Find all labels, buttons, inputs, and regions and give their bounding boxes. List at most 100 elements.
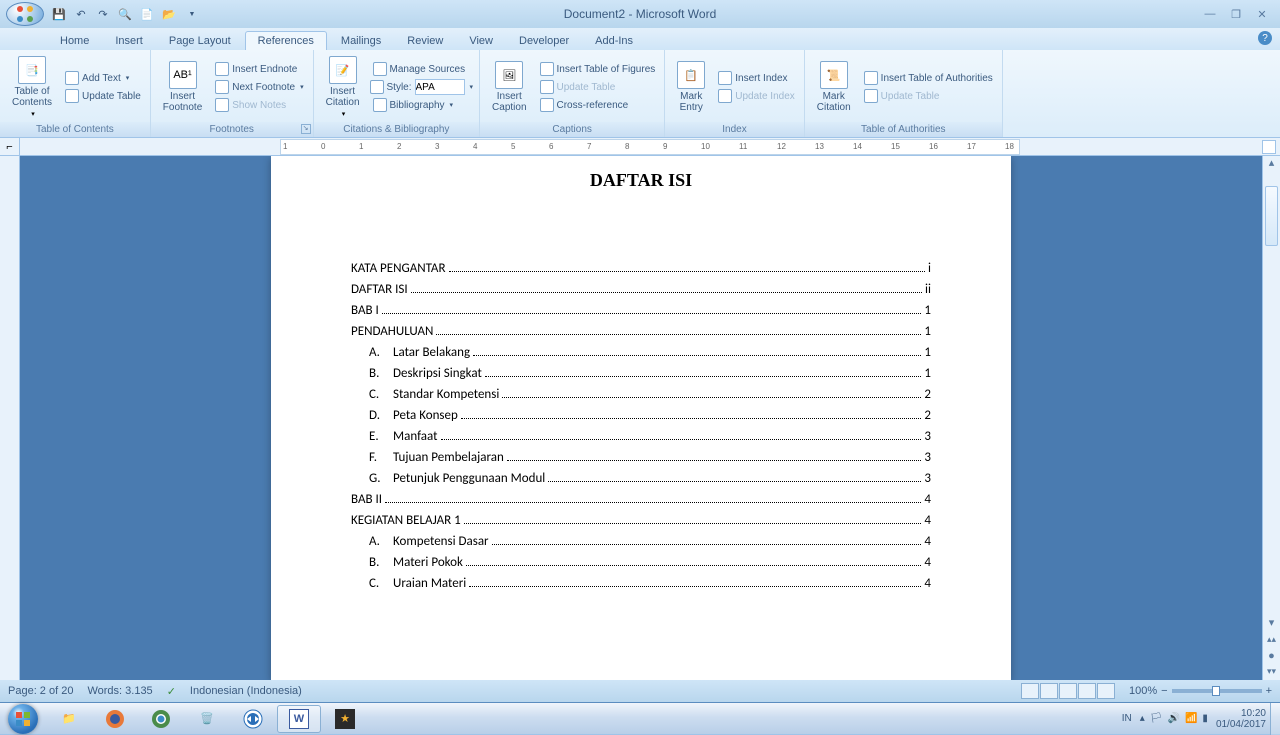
tray-clock[interactable]: 10:20 01/04/2017 (1216, 708, 1266, 730)
scroll-thumb[interactable] (1265, 186, 1278, 246)
scroll-down-icon[interactable]: ▾ (1263, 616, 1280, 632)
toc-page: 1 (924, 366, 931, 381)
prev-page-icon[interactable]: ▴▴ (1263, 634, 1280, 648)
print-preview-icon[interactable]: 🔍 (116, 5, 134, 23)
insert-footnote-button[interactable]: AB¹ Insert Footnote (157, 59, 208, 115)
print-layout-view-button[interactable] (1021, 683, 1039, 699)
footnotes-launcher-icon[interactable]: ↘ (301, 124, 311, 134)
start-button[interactable] (0, 703, 46, 735)
save-icon[interactable]: 💾 (50, 5, 68, 23)
vertical-scrollbar[interactable]: ▴ ▾ ▴▴ ● ▾▾ (1262, 156, 1280, 680)
tray-volume-icon[interactable]: 🔊 (1168, 713, 1180, 724)
proofing-icon[interactable]: ✓ (167, 685, 176, 698)
tab-home[interactable]: Home (48, 32, 101, 50)
help-icon[interactable]: ? (1258, 31, 1272, 45)
word-count[interactable]: Words: 3.135 (87, 685, 152, 697)
toc-leader (464, 523, 922, 524)
tray-action-center-icon[interactable]: 🏳 (1150, 713, 1163, 724)
tab-page-layout[interactable]: Page Layout (157, 32, 243, 50)
toc-line: G.Petunjuk Penggunaan Modul3 (351, 471, 931, 486)
word-taskbar-icon[interactable]: W (277, 705, 321, 733)
toc-label: Kompetensi Dasar (393, 534, 489, 549)
citation-style-select[interactable] (415, 79, 465, 95)
tab-review[interactable]: Review (395, 32, 455, 50)
ruler-toggle-button[interactable] (1262, 140, 1276, 154)
undo-icon[interactable]: ↶ (72, 5, 90, 23)
insert-citation-button[interactable]: 📝 Insert Citation▾ (320, 54, 366, 120)
mark-citation-icon: 📜 (820, 61, 848, 89)
minimize-button[interactable]: — (1198, 5, 1222, 23)
scroll-up-icon[interactable]: ▴ (1263, 156, 1280, 172)
close-button[interactable]: ✕ (1250, 5, 1274, 23)
draft-view-button[interactable] (1097, 683, 1115, 699)
document-title: DAFTAR ISI (351, 170, 931, 191)
update-index-button[interactable]: Update Index (715, 88, 798, 104)
redo-icon[interactable]: ↷ (94, 5, 112, 23)
add-text-button[interactable]: Add Text▾ (62, 70, 144, 86)
next-page-icon[interactable]: ▾▾ (1263, 666, 1280, 680)
tab-references[interactable]: References (245, 31, 327, 50)
full-screen-view-button[interactable] (1040, 683, 1058, 699)
vertical-ruler[interactable] (0, 156, 20, 680)
tab-developer[interactable]: Developer (507, 32, 581, 50)
toc-leader (485, 376, 922, 377)
insert-authorities-button[interactable]: Insert Table of Authorities (861, 70, 996, 86)
toc-page: 4 (924, 555, 931, 570)
show-notes-button[interactable]: Show Notes (212, 97, 306, 113)
toc-label: PENDAHULUAN (351, 324, 433, 339)
outline-view-button[interactable] (1078, 683, 1096, 699)
zoom-slider[interactable] (1172, 689, 1262, 693)
tab-mailings[interactable]: Mailings (329, 32, 393, 50)
bibliography-button[interactable]: Bibliography▾ (370, 97, 474, 113)
new-icon[interactable]: 📄 (138, 5, 156, 23)
qat-dropdown-icon[interactable]: ▼ (182, 5, 200, 23)
insert-caption-button[interactable]: 🖼 Insert Caption (486, 59, 532, 115)
toc-letter: B. (369, 555, 393, 570)
captions-update-table-button[interactable]: Update Table (537, 79, 659, 95)
update-table-button[interactable]: Update Table (62, 88, 144, 104)
document-area[interactable]: DAFTAR ISI KATA PENGANTARiDAFTAR ISIiiBA… (20, 156, 1262, 680)
toc-letter: F. (369, 450, 393, 465)
tab-view[interactable]: View (457, 32, 505, 50)
movie-maker-taskbar-icon[interactable]: ★ (323, 705, 367, 733)
mark-citation-button[interactable]: 📜 Mark Citation (811, 59, 857, 115)
show-desktop-button[interactable] (1270, 703, 1280, 735)
tray-language[interactable]: IN (1122, 713, 1132, 724)
tab-addins[interactable]: Add-Ins (583, 32, 645, 50)
web-layout-view-button[interactable] (1059, 683, 1077, 699)
title-bar: 💾 ↶ ↷ 🔍 📄 📂 ▼ Document2 - Microsoft Word… (0, 0, 1280, 28)
page-indicator[interactable]: Page: 2 of 20 (8, 685, 73, 697)
language-indicator[interactable]: Indonesian (Indonesia) (190, 685, 302, 697)
next-footnote-button[interactable]: Next Footnote▾ (212, 79, 306, 95)
open-icon[interactable]: 📂 (160, 5, 178, 23)
manage-sources-button[interactable]: Manage Sources (370, 61, 474, 77)
group-citations: 📝 Insert Citation▾ Manage Sources Style:… (314, 50, 480, 137)
tab-insert[interactable]: Insert (103, 32, 155, 50)
toc-label: Petunjuk Penggunaan Modul (393, 471, 545, 486)
authorities-update-button[interactable]: Update Table (861, 88, 996, 104)
insert-endnote-button[interactable]: Insert Endnote (212, 61, 306, 77)
firefox-taskbar-icon[interactable] (93, 705, 137, 733)
horizontal-ruler[interactable]: 10123456789101112131415161718 (280, 139, 1020, 155)
tray-battery-icon[interactable]: ▮ (1202, 713, 1208, 724)
zoom-in-button[interactable]: + (1266, 685, 1272, 697)
zoom-value[interactable]: 100% (1129, 685, 1157, 697)
insert-index-button[interactable]: Insert Index (715, 70, 798, 86)
group-label-captions: Captions (480, 122, 664, 137)
maximize-button[interactable]: ❐ (1224, 5, 1248, 23)
cross-reference-button[interactable]: Cross-reference (537, 97, 659, 113)
explorer-taskbar-icon[interactable]: 📁 (47, 705, 91, 733)
teamviewer-taskbar-icon[interactable] (231, 705, 275, 733)
insert-table-figures-button[interactable]: Insert Table of Figures (537, 61, 659, 77)
tray-network-icon[interactable]: 📶 (1185, 713, 1197, 724)
mark-entry-button[interactable]: 📋 Mark Entry (671, 59, 711, 115)
browse-object-icon[interactable]: ● (1263, 650, 1280, 664)
chrome-taskbar-icon[interactable] (139, 705, 183, 733)
zoom-out-button[interactable]: − (1161, 685, 1167, 697)
table-of-contents-button[interactable]: 📑 Table of Contents▾ (6, 54, 58, 120)
tray-show-hidden-icon[interactable]: ▴ (1140, 713, 1145, 724)
tab-selector-button[interactable]: ⌐ (0, 138, 20, 156)
office-button[interactable] (6, 2, 44, 26)
toc-page: ii (925, 282, 931, 297)
recycle-bin-taskbar-icon[interactable]: 🗑️ (185, 705, 229, 733)
